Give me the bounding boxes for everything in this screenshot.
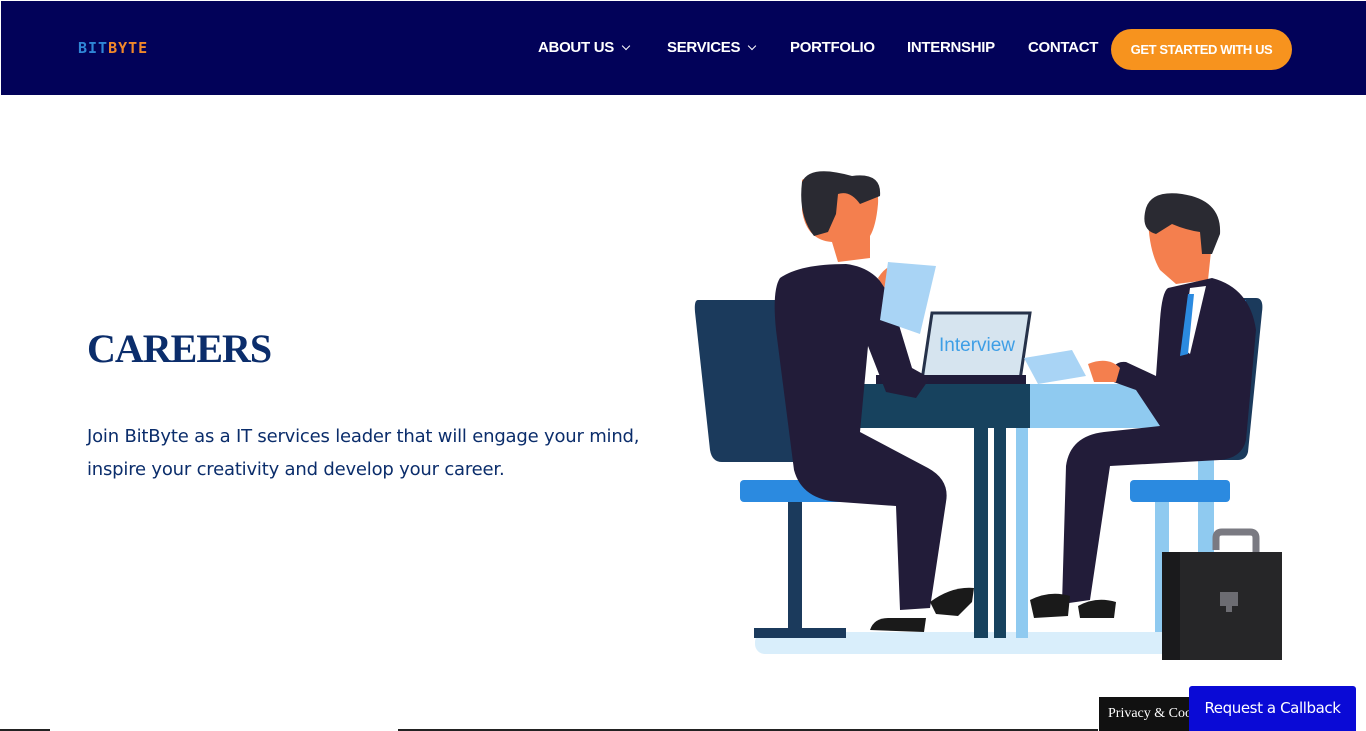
chevron-down-icon [747, 41, 757, 51]
site-header: BITBYTE ABOUT US SERVICES PORTFOLIO INTE… [1, 1, 1366, 95]
nav-services-label: SERVICES [667, 39, 741, 56]
nav-internship[interactable]: INTERNSHIP [907, 37, 995, 59]
request-callback-button[interactable]: Request a Callback [1189, 686, 1356, 731]
logo-part-byte: BYTE [108, 39, 149, 57]
nav-services[interactable]: SERVICES [667, 37, 757, 59]
nav-portfolio-label: PORTFOLIO [790, 39, 875, 56]
nav-portfolio[interactable]: PORTFOLIO [790, 37, 875, 59]
hero-description: Join BitByte as a IT services leader tha… [87, 426, 640, 480]
page-title: CAREERS [87, 326, 272, 371]
chevron-down-icon [621, 41, 631, 51]
nav-internship-label: INTERNSHIP [907, 39, 995, 56]
laptop-screen-text: Interview [939, 335, 1015, 356]
privacy-cookies-tab[interactable]: Privacy & Cookies [1099, 697, 1199, 731]
logo-part-bit: BIT [78, 39, 109, 57]
nav-about-us-label: ABOUT US [538, 39, 614, 56]
nav-about-us[interactable]: ABOUT US [538, 37, 631, 59]
interview-illustration: Interview [694, 171, 1282, 660]
get-started-button[interactable]: GET STARTED WITH US [1111, 29, 1292, 70]
bitbyte-logo[interactable]: BITBYTE [78, 39, 148, 57]
nav-contact[interactable]: CONTACT [1028, 37, 1098, 59]
nav-contact-label: CONTACT [1028, 39, 1099, 56]
